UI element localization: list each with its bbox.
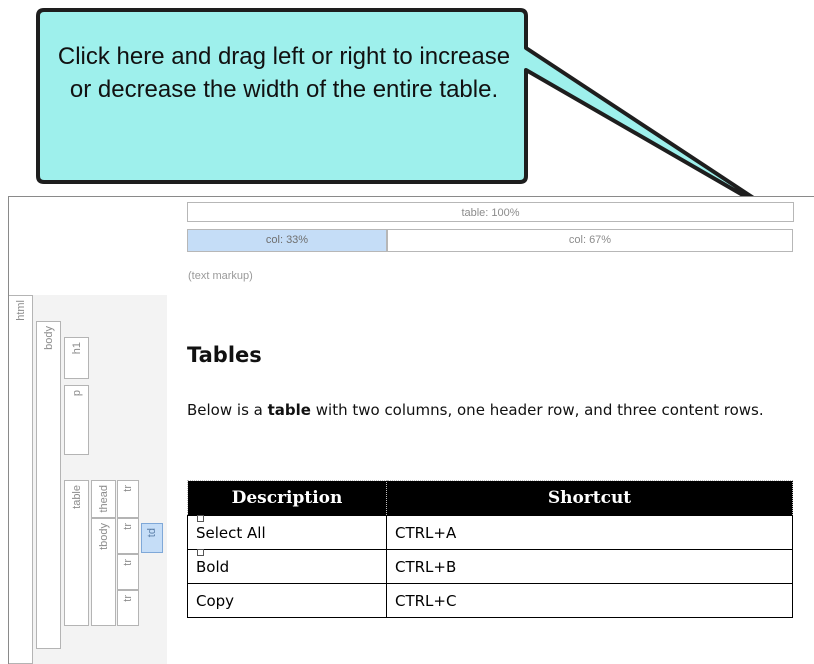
- table-row: Copy CTRL+C: [187, 583, 793, 618]
- table-cell[interactable]: CTRL+C: [386, 583, 793, 618]
- body-bar-label: body: [42, 326, 55, 350]
- table-bar-label: table: [70, 485, 83, 509]
- html-bar-label: html: [14, 300, 27, 321]
- column-2-structure-bar[interactable]: col: 67%: [387, 229, 793, 252]
- p-structure-bar[interactable]: p: [64, 385, 89, 455]
- shortcut-table[interactable]: Description Shortcut Select All CTRL+A B…: [187, 480, 793, 618]
- table-cell[interactable]: CTRL+A: [386, 515, 793, 550]
- cell-resize-handle[interactable]: [197, 549, 204, 556]
- column-1-structure-bar[interactable]: col: 33%: [187, 229, 387, 252]
- tr-bar-label: tr: [122, 523, 134, 530]
- table-cell[interactable]: Copy: [187, 583, 387, 618]
- page-heading: Tables: [187, 343, 262, 367]
- h1-structure-bar[interactable]: h1: [64, 337, 89, 379]
- body-structure-bar[interactable]: body: [36, 321, 61, 649]
- tr-bar-label: tr: [122, 595, 134, 602]
- h1-bar-label: h1: [70, 342, 83, 355]
- table-structure-bar[interactable]: table: 100%: [187, 202, 794, 222]
- table-cell[interactable]: Bold: [187, 549, 387, 584]
- tr-bar-label: tr: [122, 485, 134, 492]
- table-vertical-structure-bar[interactable]: table: [64, 480, 89, 626]
- table-row: Select All CTRL+A: [187, 515, 793, 550]
- cell-resize-handle[interactable]: [197, 515, 204, 522]
- td-bar-label: td: [146, 528, 158, 538]
- para-text-end: with two columns, one header row, and th…: [310, 401, 764, 419]
- td-structure-bar-selected[interactable]: td: [141, 523, 163, 553]
- tr-bar-label: tr: [122, 559, 134, 566]
- callout-text: Click here and drag left or right to inc…: [57, 43, 511, 103]
- header-row-structure-bar[interactable]: tr: [117, 480, 139, 518]
- row-1-structure-bar[interactable]: tr: [117, 518, 139, 554]
- thead-bar-label: thead: [97, 485, 110, 513]
- thead-structure-bar[interactable]: thead: [91, 480, 116, 518]
- tbody-structure-bar[interactable]: tbody: [91, 518, 116, 626]
- table-cell[interactable]: CTRL+B: [386, 549, 793, 584]
- row-2-structure-bar[interactable]: tr: [117, 554, 139, 590]
- intro-paragraph: Below is a table with two columns, one h…: [187, 397, 802, 423]
- header-row: Description Shortcut: [187, 480, 793, 516]
- header-description[interactable]: Description: [187, 480, 387, 516]
- table-cell[interactable]: Select All: [187, 515, 387, 550]
- text-markup-label: (text markup): [188, 270, 253, 282]
- table-row: Bold CTRL+B: [187, 549, 793, 584]
- tbody-bar-label: tbody: [97, 523, 110, 550]
- editor-pane: table: 100% col: 33% col: 67% (text mark…: [8, 196, 814, 664]
- para-text-start: Below is a: [187, 401, 268, 419]
- row-3-structure-bar[interactable]: tr: [117, 590, 139, 626]
- para-bold-word: table: [267, 401, 311, 419]
- header-shortcut[interactable]: Shortcut: [386, 480, 793, 516]
- html-structure-bar[interactable]: html: [9, 295, 33, 664]
- p-bar-label: p: [70, 390, 83, 397]
